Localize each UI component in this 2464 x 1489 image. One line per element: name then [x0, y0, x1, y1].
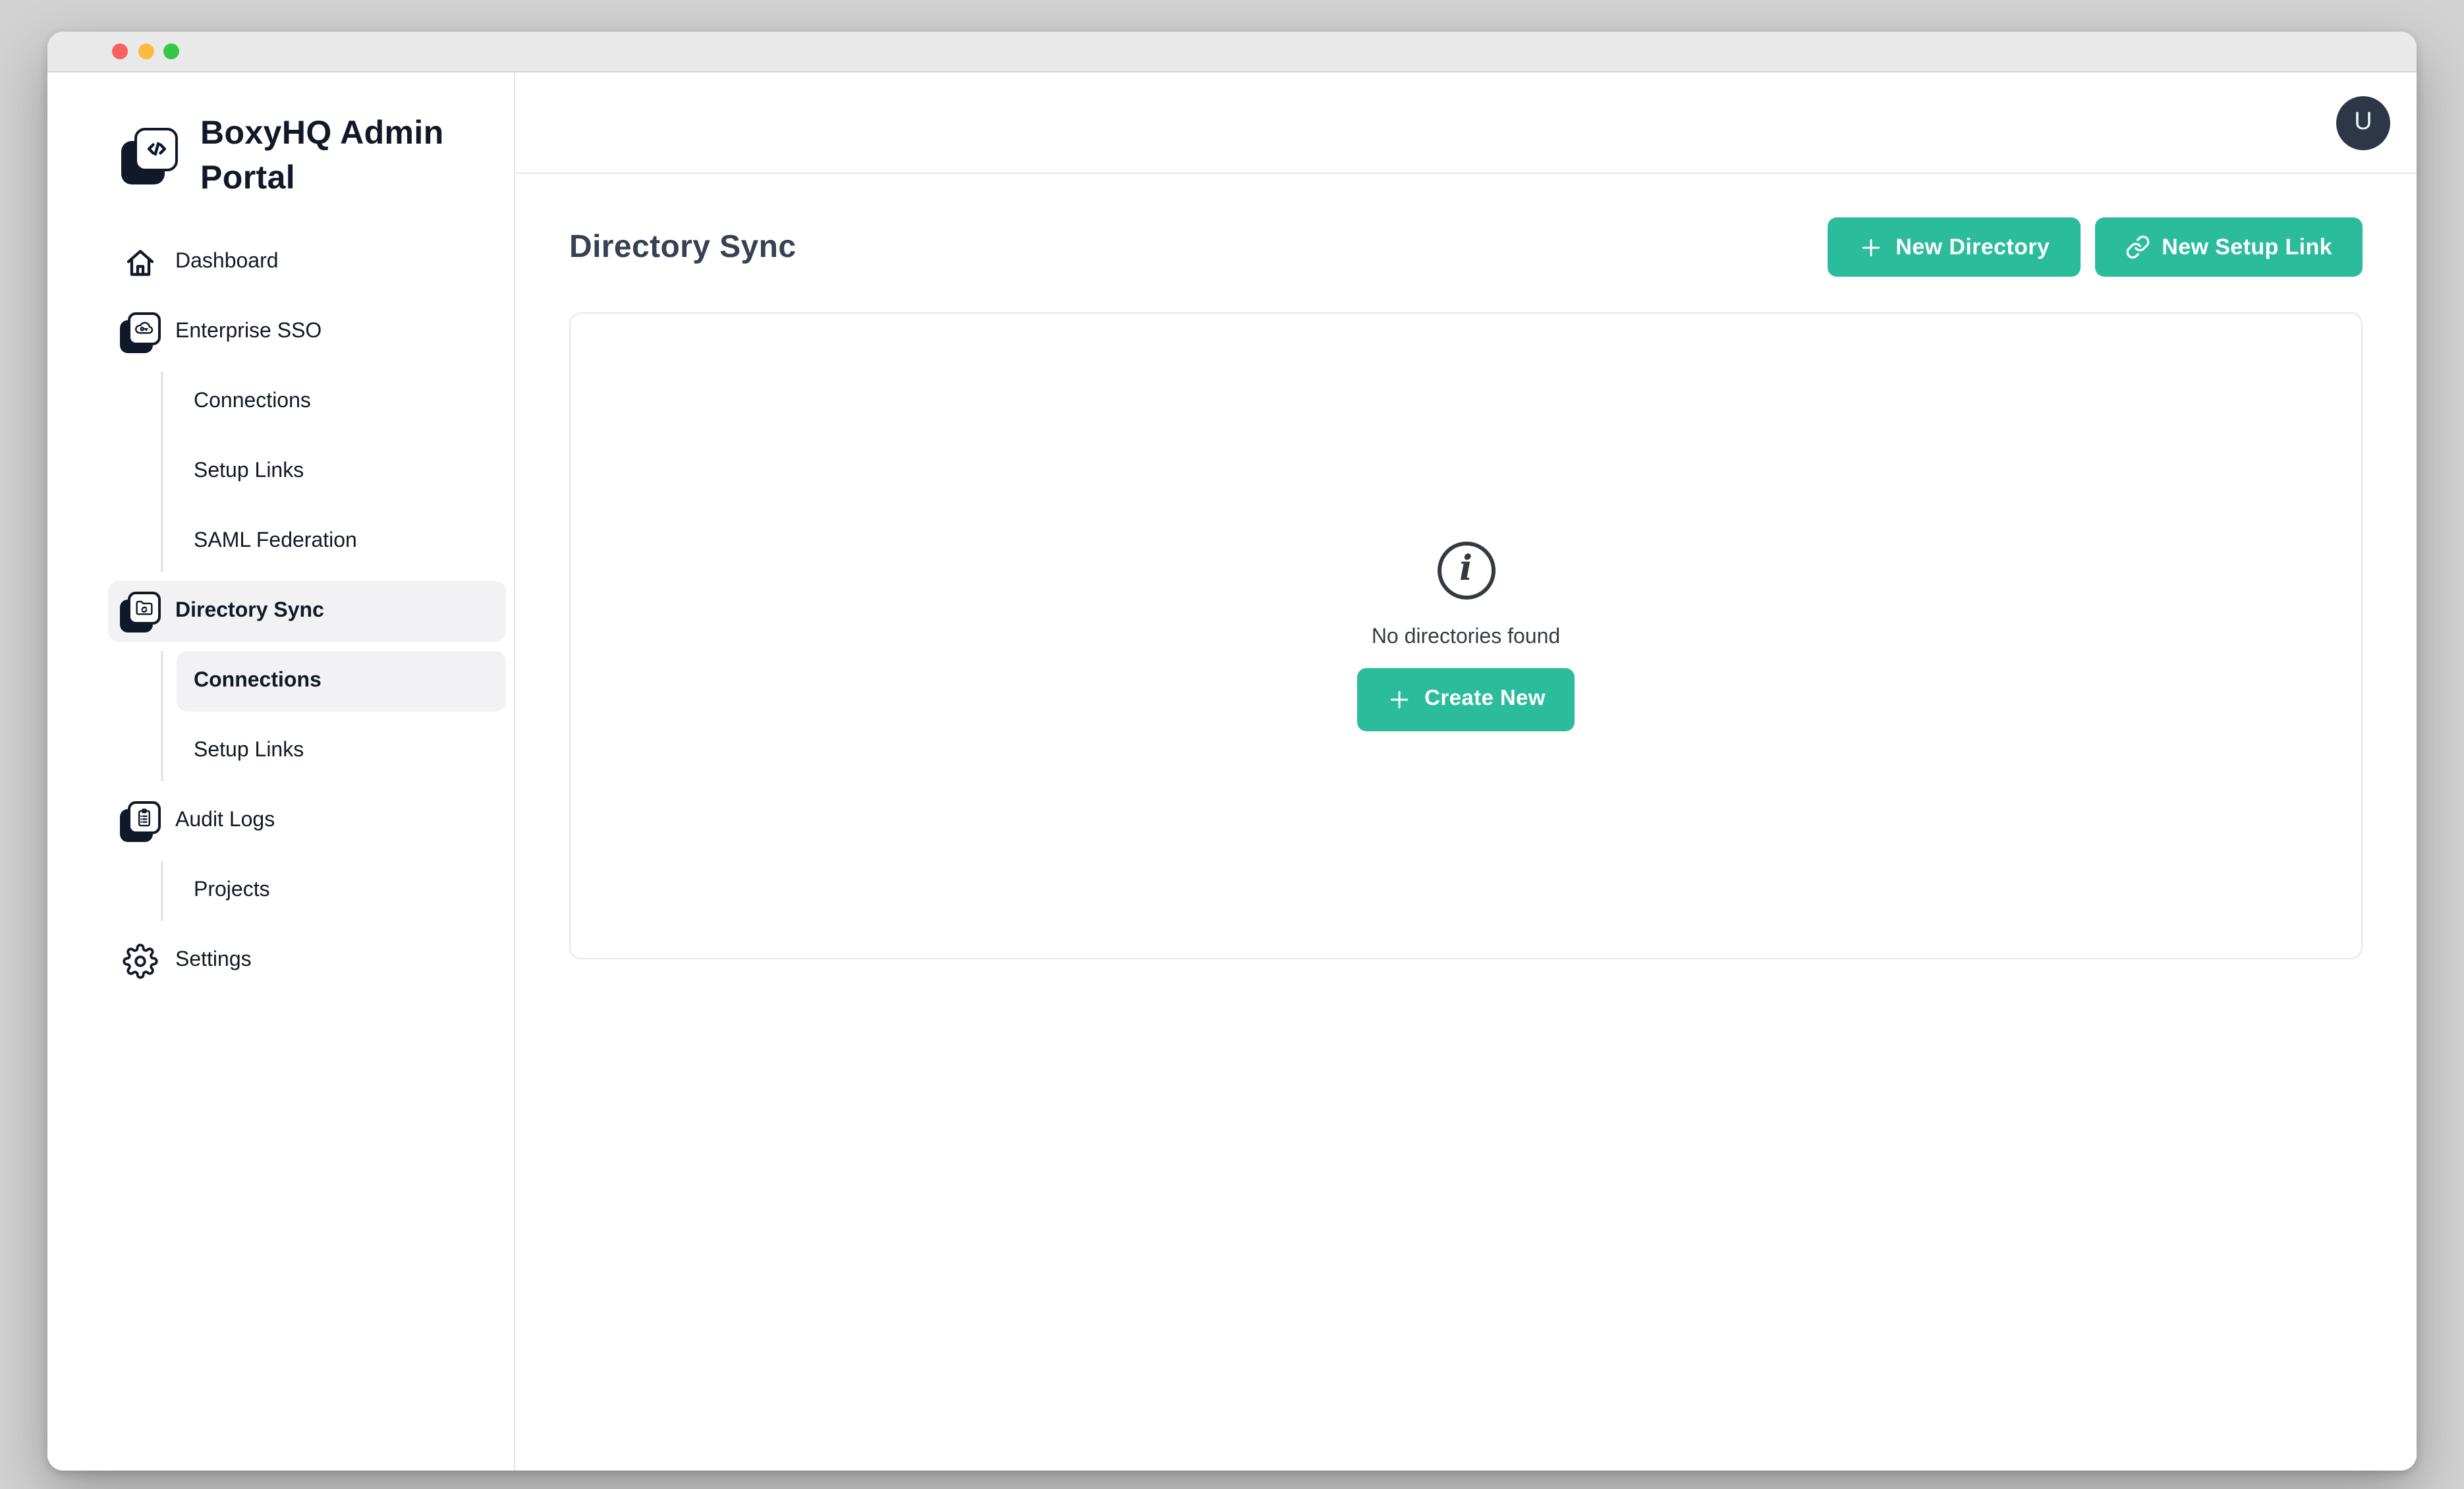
- directory-sync-page: Directory Sync New Directory: [515, 174, 2417, 959]
- close-window-button[interactable]: [112, 43, 128, 59]
- directory-folder-keycap-icon: [120, 591, 161, 632]
- sidebar: BoxyHQ Admin Portal Dashboard: [47, 72, 515, 1471]
- sidebar-item-dsync-connections[interactable]: Connections: [177, 651, 506, 712]
- new-setup-link-button[interactable]: New Setup Link: [2094, 217, 2363, 277]
- page-actions: New Directory New Setup Link: [1827, 217, 2363, 277]
- sso-cloud-keycap-icon: [120, 312, 161, 352]
- sidebar-item-label: Setup Links: [194, 460, 304, 484]
- brand-title: BoxyHQ Admin Portal: [200, 111, 488, 200]
- info-icon: i: [1437, 541, 1495, 599]
- sidebar-item-label: Dashboard: [175, 250, 279, 274]
- sidebar-item-label: Audit Logs: [175, 809, 275, 833]
- gear-icon: [120, 943, 161, 978]
- sidebar-item-sso-connections[interactable]: Connections: [177, 372, 506, 432]
- sidebar-item-label: Settings: [175, 949, 252, 972]
- code-keycap-icon: [121, 127, 178, 184]
- sidebar-item-label: Projects: [194, 879, 270, 903]
- audit-clipboard-keycap-icon: [120, 801, 161, 841]
- sidebar-item-sso-setup-links[interactable]: Setup Links: [177, 441, 506, 502]
- plus-icon: [1386, 686, 1413, 712]
- empty-state-card: i No directories found Create New: [569, 312, 2363, 959]
- plus-icon: [1857, 234, 1884, 260]
- create-new-button[interactable]: Create New: [1357, 667, 1575, 731]
- sidebar-item-saml-federation[interactable]: SAML Federation: [177, 511, 506, 572]
- sidebar-nav: Dashboard Enterprise S: [108, 232, 506, 991]
- sidebar-item-enterprise-sso[interactable]: Enterprise SSO: [108, 302, 506, 362]
- sidebar-item-label: Connections: [194, 669, 322, 693]
- brand: BoxyHQ Admin Portal: [121, 111, 488, 200]
- sidebar-item-label: SAML Federation: [194, 530, 357, 553]
- new-setup-link-label: New Setup Link: [2162, 234, 2332, 260]
- desktop: BoxyHQ Admin Portal Dashboard: [0, 0, 2464, 1489]
- main-area: U Directory Sync New Directory: [515, 72, 2417, 1471]
- sidebar-item-directory-sync[interactable]: Directory Sync: [108, 581, 506, 642]
- window-content: BoxyHQ Admin Portal Dashboard: [47, 72, 2417, 1471]
- sidebar-item-settings[interactable]: Settings: [108, 930, 506, 991]
- sidebar-item-projects[interactable]: Projects: [177, 860, 506, 921]
- sidebar-item-dsync-setup-links[interactable]: Setup Links: [177, 721, 506, 781]
- page-header: Directory Sync New Directory: [569, 217, 2363, 277]
- app-window: BoxyHQ Admin Portal Dashboard: [47, 32, 2417, 1471]
- audit-logs-sublist: Projects: [161, 860, 506, 921]
- sidebar-item-label: Enterprise SSO: [175, 320, 322, 344]
- enterprise-sso-sublist: Connections Setup Links SAML Federation: [161, 372, 506, 572]
- empty-state-message: No directories found: [1372, 625, 1560, 649]
- sidebar-item-label: Directory Sync: [175, 600, 324, 623]
- minimize-window-button[interactable]: [138, 43, 154, 59]
- topbar: U: [515, 72, 2417, 174]
- window-titlebar: [47, 32, 2417, 72]
- sidebar-item-label: Setup Links: [194, 739, 304, 763]
- link-icon: [2125, 235, 2150, 260]
- sidebar-item-label: Connections: [194, 390, 311, 414]
- new-directory-button[interactable]: New Directory: [1827, 217, 2080, 277]
- create-new-label: Create New: [1424, 687, 1546, 712]
- new-directory-label: New Directory: [1895, 234, 2050, 260]
- sidebar-item-audit-logs[interactable]: Audit Logs: [108, 791, 506, 851]
- home-icon: [120, 244, 161, 280]
- sidebar-item-dashboard[interactable]: Dashboard: [108, 232, 506, 293]
- directory-sync-sublist: Connections Setup Links: [161, 651, 506, 781]
- zoom-window-button[interactable]: [163, 43, 179, 59]
- user-avatar[interactable]: U: [2336, 96, 2390, 150]
- page-title: Directory Sync: [569, 229, 796, 266]
